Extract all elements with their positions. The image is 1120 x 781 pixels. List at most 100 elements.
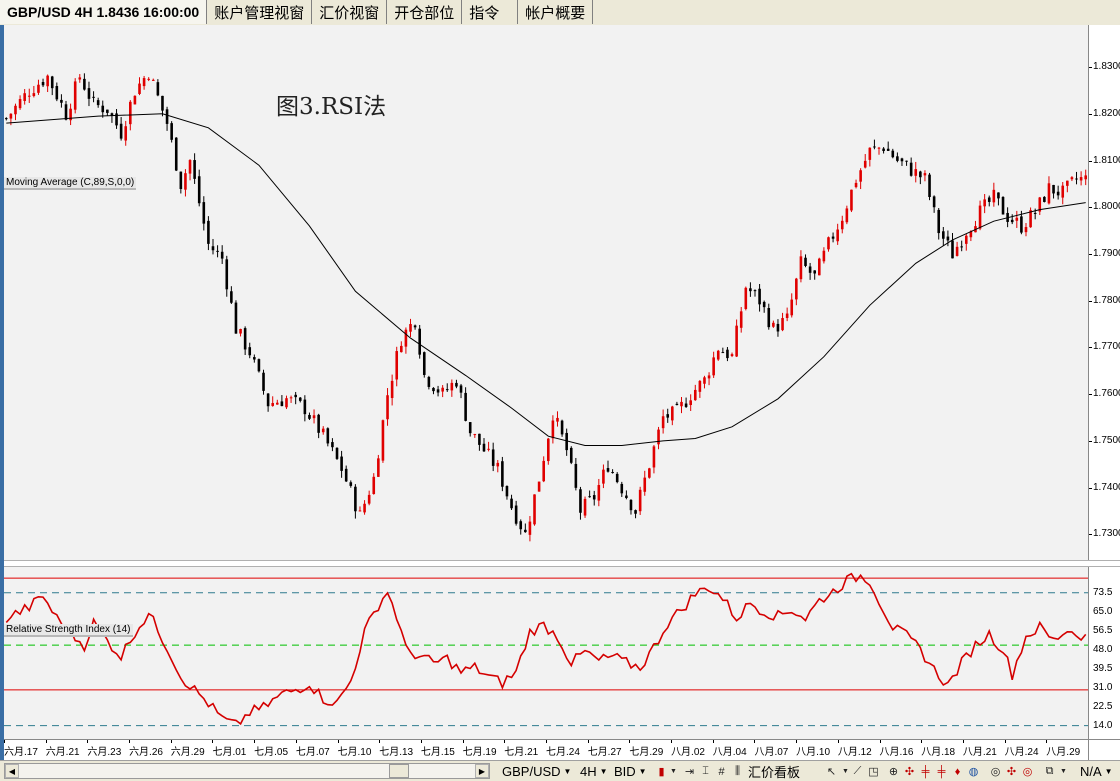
- candle: [932, 195, 936, 213]
- date-tick-label: 七月.27: [587, 747, 622, 758]
- marker-icon[interactable]: ◎: [1020, 764, 1035, 779]
- bars-icon[interactable]: ⫼: [730, 764, 745, 779]
- marker-icon[interactable]: ✣: [1004, 764, 1019, 779]
- trendline-icon[interactable]: ⟋: [850, 764, 865, 779]
- shapes-icon[interactable]: ◳: [866, 764, 881, 779]
- candle: [441, 385, 444, 398]
- scroll-left-icon[interactable]: ◀: [5, 764, 19, 778]
- crosshair-icon[interactable]: ⌶: [698, 764, 713, 779]
- price-chart[interactable]: [4, 25, 1088, 560]
- candle: [202, 196, 206, 231]
- candle: [817, 257, 821, 276]
- symbol-selector[interactable]: GBP/USD ▼: [502, 763, 571, 780]
- candle: [684, 397, 688, 408]
- candle: [455, 379, 458, 389]
- candle: [275, 399, 279, 405]
- date-tick-label: 八月.29: [1046, 747, 1081, 758]
- price-board-button[interactable]: 汇价看板: [748, 763, 800, 780]
- tab-account-summary[interactable]: 帐户概要: [518, 0, 594, 24]
- price-tick-label: 1.8100: [1093, 154, 1120, 166]
- candle: [335, 447, 339, 460]
- candle: [317, 413, 320, 439]
- candle: [216, 245, 219, 258]
- rsi-tick-label: 56.5: [1093, 624, 1113, 636]
- candle: [997, 192, 1000, 206]
- candle: [294, 391, 297, 405]
- scroll-right-icon[interactable]: ▶: [475, 764, 489, 778]
- candle: [60, 94, 63, 108]
- timeframe-selector[interactable]: 4H ▼: [580, 763, 608, 780]
- rsi-pane[interactable]: Relative Strength Index (14): [4, 567, 1088, 739]
- marker-icon[interactable]: ♦: [950, 764, 965, 779]
- candle: [537, 481, 541, 492]
- candle: [55, 82, 59, 102]
- price-tick-label: 1.8200: [1093, 107, 1120, 119]
- price-side-selector[interactable]: BID ▼: [614, 763, 647, 780]
- tab-rates[interactable]: 汇价视窗: [312, 0, 388, 24]
- candle: [390, 374, 394, 406]
- candle: [115, 109, 118, 129]
- chevron-down-icon[interactable]: ▼: [1056, 764, 1071, 779]
- bottom-toolbar: ◀ ▶ GBP/USD ▼ 4H ▼ BID ▼ ▮ ▼ ⇥ ⌶ # ⫼ 汇价看板 ↖…: [0, 760, 1120, 781]
- candle: [744, 286, 748, 311]
- marker-icon[interactable]: ✣: [902, 764, 917, 779]
- candle: [877, 146, 881, 155]
- tab-orders[interactable]: 指令: [462, 0, 519, 24]
- tab-account-management[interactable]: 账户管理视窗: [207, 0, 313, 24]
- date-tick-label: 八月.10: [796, 747, 831, 758]
- candle: [1070, 176, 1074, 182]
- candle: [785, 307, 789, 322]
- candle: [882, 147, 885, 154]
- candle: [179, 171, 183, 194]
- rsi-label[interactable]: Relative Strength Index (14): [4, 624, 133, 637]
- candle: [781, 312, 784, 332]
- candle: [574, 457, 578, 491]
- candle: [404, 327, 408, 354]
- candle: [909, 157, 913, 177]
- price-chart-pane[interactable]: 图3.RSI法 Moving Average (C,89,S,0,0): [4, 25, 1088, 560]
- grid-icon[interactable]: #: [714, 764, 729, 779]
- moving-average-label[interactable]: Moving Average (C,89,S,0,0): [4, 177, 137, 190]
- candle: [951, 232, 954, 259]
- price-tick-label: 1.7500: [1093, 434, 1120, 446]
- scrollbar-thumb[interactable]: [389, 764, 409, 778]
- date-tick-label: 七月.24: [546, 747, 580, 758]
- marker-icon[interactable]: ◎: [988, 764, 1003, 779]
- candle: [207, 216, 210, 251]
- rsi-chart[interactable]: [4, 567, 1088, 739]
- rsi-axis[interactable]: 73.5 65.0 56.5 48.0 39.5 31.0 22.5 14.0: [1088, 567, 1120, 739]
- rsi-tick-label: 14.0: [1093, 719, 1113, 731]
- candle: [266, 393, 270, 412]
- candle: [1038, 196, 1042, 216]
- candle: [363, 500, 366, 515]
- zoom-in-icon[interactable]: ⊕: [886, 764, 901, 779]
- cursor-icon[interactable]: ↖: [824, 764, 839, 779]
- horizontal-scrollbar[interactable]: ◀ ▶: [4, 763, 490, 779]
- candle: [64, 100, 68, 121]
- pane-splitter[interactable]: [4, 560, 1120, 567]
- chart-shift-icon[interactable]: ⇥: [682, 764, 697, 779]
- tab-open-positions[interactable]: 开仓部位: [387, 0, 463, 24]
- candle: [873, 139, 876, 150]
- candle: [422, 351, 426, 378]
- candle: [188, 159, 192, 181]
- window-icon[interactable]: ⧉: [1042, 764, 1057, 779]
- marker-icon[interactable]: ╪: [918, 764, 933, 779]
- chevron-down-icon[interactable]: ▼: [666, 764, 681, 779]
- date-tick-label: 七月.13: [379, 747, 414, 758]
- zoom-selector[interactable]: N/A ▼: [1080, 763, 1113, 780]
- candle: [671, 405, 674, 426]
- candle: [758, 283, 761, 312]
- price-axis[interactable]: 1.8300 1.8200 1.8100 1.8000 1.7900 1.7800 1.77…: [1088, 25, 1120, 560]
- candle: [836, 223, 839, 245]
- candle: [556, 411, 559, 427]
- globe-icon[interactable]: ◍: [966, 764, 981, 779]
- candle: [124, 120, 128, 146]
- candle: [400, 341, 403, 353]
- candle: [661, 409, 665, 434]
- tab-chart-gbpusd[interactable]: GBP/USD 4H 1.8436 16:00:00: [0, 0, 208, 24]
- marker-icon[interactable]: ╪: [934, 764, 949, 779]
- candle: [955, 241, 959, 257]
- date-tick-label: 七月.07: [295, 747, 330, 758]
- candle: [588, 490, 591, 498]
